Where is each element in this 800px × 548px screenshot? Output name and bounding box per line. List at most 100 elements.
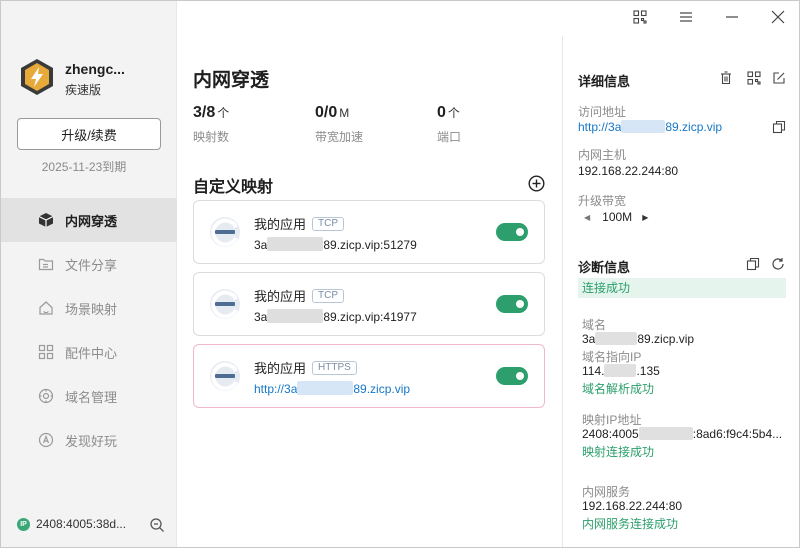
redacted-mask (604, 364, 637, 377)
stat-unit: M (339, 106, 350, 120)
refresh-icon[interactable] (771, 257, 785, 271)
grid-icon (37, 343, 55, 361)
mapping-name: 我的应用 TCP (254, 214, 345, 233)
stat-bandwidth: 0/0 M 带宽加速 (315, 104, 363, 145)
mapping-card-selected[interactable]: 我的应用 HTTPS http://3a 89.zicp.vip (193, 344, 545, 408)
sidebar-item-discover[interactable]: 发现好玩 (1, 418, 177, 462)
decrease-icon[interactable]: ◀ (584, 213, 590, 222)
close-button[interactable] (768, 7, 788, 27)
qr-code-icon (633, 10, 647, 24)
increase-icon[interactable]: ▶ (642, 213, 648, 222)
stat-unit: 个 (447, 106, 460, 120)
edit-icon[interactable] (772, 71, 786, 85)
section-title: 自定义映射 (193, 179, 274, 196)
redacted-mask (638, 427, 693, 440)
stat-mapping-count: 3/8 个 映射数 (193, 104, 229, 145)
app-logo-icon (210, 289, 240, 319)
mapping-address: 3a 89.zicp.vip:51279 (254, 237, 417, 252)
stat-value: 0/0 (315, 104, 338, 121)
bandwidth-label: 升级带宽 (578, 194, 627, 208)
app-window: zhengc... 疾速版 升级/续费 2025-11-23到期 内网穿透 文件… (0, 0, 800, 548)
stat-value: 0 (437, 104, 446, 121)
stat-value: 3/8 (193, 104, 216, 121)
close-icon (771, 10, 785, 24)
host-label: 内网主机 (578, 148, 627, 162)
sidebar: zhengc... 疾速版 升级/续费 2025-11-23到期 内网穿透 文件… (1, 1, 177, 547)
protocol-tag: TCP (312, 216, 345, 231)
mapping-toggle[interactable] (496, 367, 528, 385)
sidebar-item-label: 内网穿透 (65, 213, 118, 229)
protocol-tag: TCP (312, 288, 345, 303)
redacted-mask (621, 120, 666, 133)
diag-title: 诊断信息 (578, 260, 631, 275)
service-value: 192.168.22.244:80 (582, 499, 683, 513)
sidebar-item-label: 域名管理 (65, 389, 118, 405)
mapping-card[interactable]: 我的应用 TCP 3a 89.zicp.vip:41977 (193, 272, 545, 336)
detail-title: 详细信息 (578, 74, 631, 89)
sidebar-item-accessories[interactable]: 配件中心 (1, 330, 177, 374)
mapping-card[interactable]: 我的应用 TCP 3a 89.zicp.vip:51279 (193, 200, 545, 264)
user-plan: 疾速版 (65, 83, 102, 97)
sidebar-nav: 内网穿透 文件分享 场景映射 配件中心 域名管理 发现好玩 (1, 198, 177, 462)
sidebar-item-label: 发现好玩 (65, 433, 118, 449)
mapping-address-link[interactable]: http://3a 89.zicp.vip (254, 381, 410, 396)
expire-date: 2025-11-23到期 (41, 160, 127, 174)
map-ip-value: 2408:4005:8ad6:f9c4:5b4... (582, 427, 783, 441)
service-label: 内网服务 (582, 485, 631, 499)
minimize-icon (726, 16, 738, 18)
page-title: 内网穿透 (193, 70, 270, 91)
mapping-address: 3a 89.zicp.vip:41977 (254, 309, 417, 324)
redacted-mask (297, 381, 354, 395)
home-icon (37, 299, 55, 317)
globe-gear-icon (37, 387, 55, 405)
menu-icon (680, 12, 692, 22)
protocol-tag: HTTPS (312, 360, 357, 375)
qr-code-button[interactable] (630, 7, 650, 27)
mapping-name: 我的应用 HTTPS (254, 358, 357, 377)
add-mapping-icon[interactable] (528, 175, 545, 192)
mapping-toggle[interactable] (496, 223, 528, 241)
ip-address: IP 2408:4005:38d... (17, 517, 126, 531)
sidebar-item-label: 配件中心 (65, 345, 118, 361)
map-ip-label: 映射IP地址 (582, 413, 642, 427)
upgrade-button[interactable]: 升级/续费 (17, 118, 161, 150)
copy-icon[interactable] (772, 120, 786, 134)
stat-label: 端口 (437, 130, 462, 144)
sidebar-item-file-share[interactable]: 文件分享 (1, 242, 177, 286)
bandwidth-value: 100M (602, 210, 633, 224)
map-ok: 映射连接成功 (582, 445, 655, 459)
menu-button[interactable] (676, 7, 696, 27)
visit-label: 访问地址 (578, 105, 627, 119)
stat-label: 映射数 (193, 130, 230, 144)
redacted-mask (595, 332, 638, 345)
user-name: zhengc... (65, 61, 125, 77)
avatar[interactable] (18, 58, 56, 96)
search-icon[interactable] (149, 517, 165, 533)
host-value: 192.168.22.244:80 (578, 164, 679, 178)
ip-address-text: 2408:4005:38d... (36, 517, 127, 531)
sidebar-item-scene[interactable]: 场景映射 (1, 286, 177, 330)
qr-code-icon[interactable] (747, 71, 761, 85)
cube-icon (37, 211, 55, 229)
sidebar-item-domain[interactable]: 域名管理 (1, 374, 177, 418)
stat-label: 带宽加速 (315, 130, 364, 144)
visit-address-link[interactable]: http://3a 89.zicp.vip (578, 120, 722, 134)
app-logo-icon (210, 217, 240, 247)
copy-icon[interactable] (746, 257, 760, 271)
sidebar-item-label: 场景映射 (65, 301, 118, 317)
sidebar-item-label: 文件分享 (65, 257, 118, 273)
delete-icon[interactable] (719, 71, 733, 85)
domain-ok: 域名解析成功 (582, 382, 655, 396)
minimize-button[interactable] (722, 7, 742, 27)
domain-label: 域名 (582, 318, 607, 332)
app-logo-icon (210, 361, 240, 391)
compass-icon (37, 431, 55, 449)
sidebar-item-intranet[interactable]: 内网穿透 (1, 198, 177, 242)
connection-status: 连接成功 (578, 278, 786, 298)
mapping-toggle[interactable] (496, 295, 528, 313)
ip-badge-icon: IP (17, 517, 30, 531)
mapping-name: 我的应用 TCP (254, 286, 345, 305)
bandwidth-stepper: ◀ 100M ▶ (584, 210, 648, 224)
stat-unit: 个 (217, 106, 230, 120)
stat-ports: 0个 端口 (437, 104, 461, 145)
